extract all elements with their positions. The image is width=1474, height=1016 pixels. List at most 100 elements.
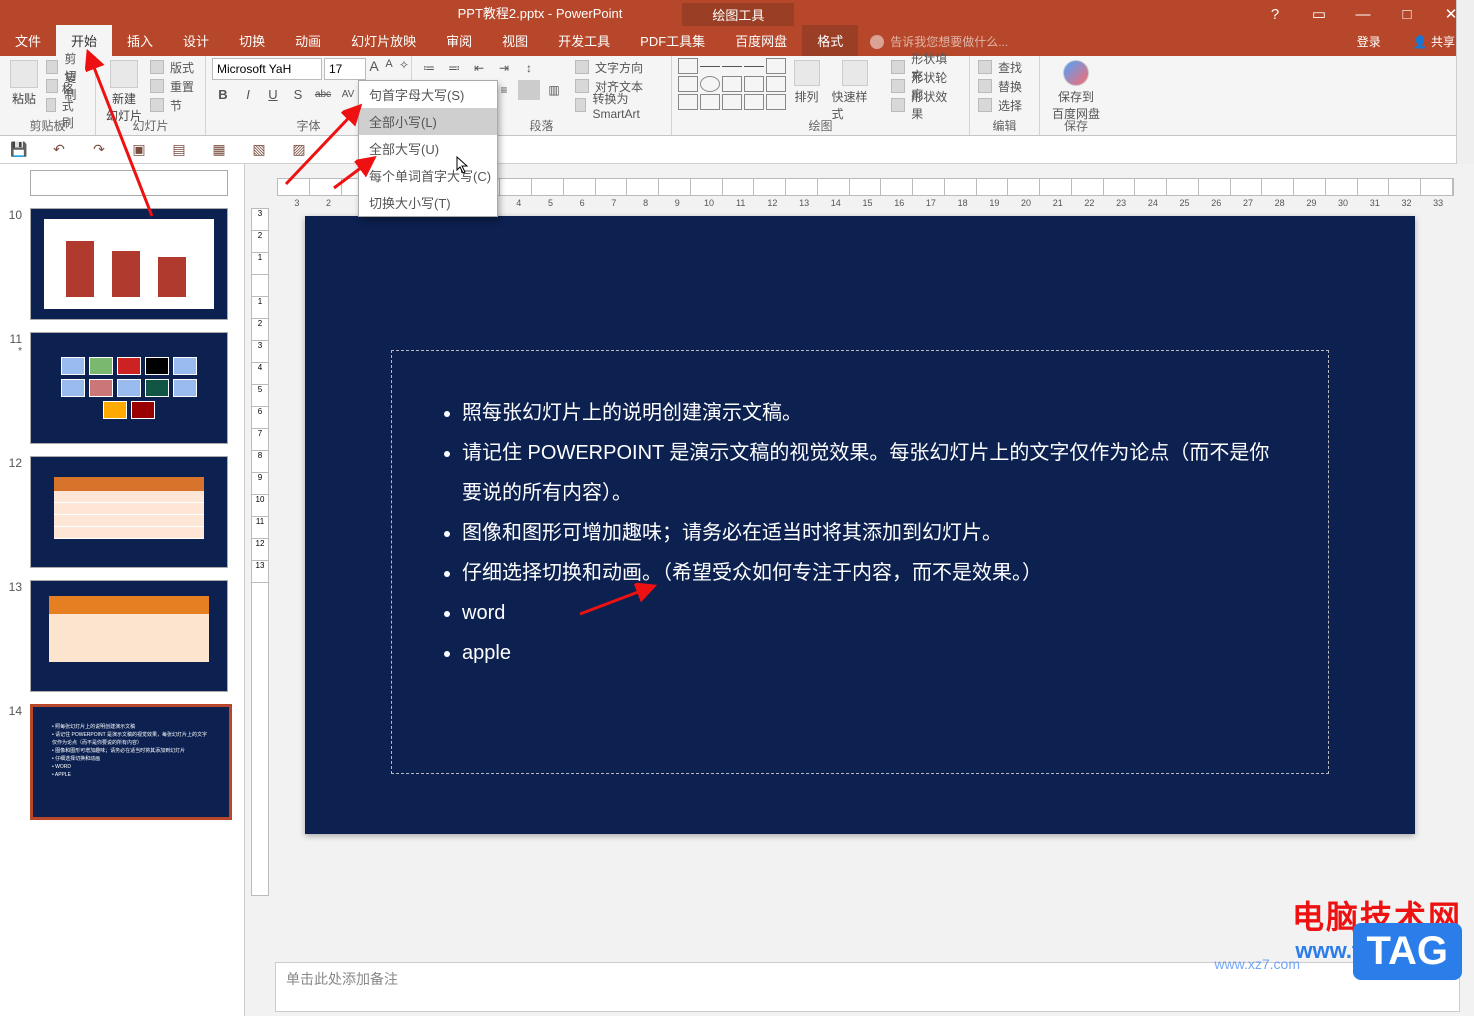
tab-pdf[interactable]: PDF工具集 [625,25,720,56]
select-button[interactable]: 选择 [976,96,1026,114]
new-slide-icon [110,60,138,88]
tab-format[interactable]: 格式 [802,25,858,56]
text-direction-button[interactable]: 文字方向 [573,58,665,76]
shape-effect-button[interactable]: 形状效果 [889,96,963,114]
slide-thumb-9-partial[interactable] [30,170,228,196]
doc-title: PPT教程2.pptx - PowerPoint [458,3,623,26]
maximize-icon[interactable]: □ [1390,0,1424,28]
grow-font-button[interactable]: A [366,58,382,80]
tab-design[interactable]: 设计 [168,25,224,56]
layout-icon [150,60,164,74]
italic-button[interactable]: I [237,84,259,104]
slide-thumb-12[interactable] [30,456,228,568]
bullet-5[interactable]: word [462,593,1282,633]
qat-save[interactable]: 💾 [10,141,28,159]
qat-redo[interactable]: ↷ [90,141,108,159]
slide-thumb-10[interactable] [30,208,228,320]
bullet-6[interactable]: apple [462,633,1282,673]
linesp-button[interactable]: ↕ [518,58,540,78]
section-icon [150,98,164,112]
reset-icon [150,79,164,93]
thumb-num-10: 10 [4,208,22,320]
replace-icon [978,79,992,93]
thumb-num-11: 11 [4,332,22,346]
select-icon [978,98,992,112]
case-lower[interactable]: 全部小写(L) [359,108,497,135]
smartart-button[interactable]: 转换为 SmartArt [573,96,665,114]
cursor-icon [456,156,470,174]
alignv-icon [575,79,589,93]
ribbon-tabs: 文件 开始 插入 设计 切换 动画 幻灯片放映 审阅 视图 开发工具 PDF工具… [0,28,1474,56]
case-toggle[interactable]: 切换大小写(T) [359,189,497,216]
replace-button[interactable]: 替换 [976,77,1026,95]
case-capword[interactable]: 每个单词首字大写(C) [359,162,497,189]
case-upper[interactable]: 全部大写(U) [359,135,497,162]
qat-touch[interactable]: ▤ [170,141,188,159]
thumb-num-12: 12 [4,456,22,568]
layout-button[interactable]: 版式 [148,58,198,76]
tab-baidudisk[interactable]: 百度网盘 [720,25,802,56]
tab-transitions[interactable]: 切换 [224,25,280,56]
smartart-icon [575,98,586,112]
tab-developer[interactable]: 开发工具 [543,25,625,56]
effect-icon [891,98,905,112]
tab-slideshow[interactable]: 幻灯片放映 [336,25,431,56]
underline-button[interactable]: U [262,84,284,104]
bullet-3[interactable]: 图像和图形可增加趣味；请务必在适当时将其添加到幻灯片。 [462,513,1282,553]
vertical-ruler[interactable]: 32112345678910111213 [251,208,269,896]
case-sentence[interactable]: 句首字母大写(S) [359,81,497,108]
qat-more[interactable]: ▦ [210,141,228,159]
char-spacing-button[interactable]: AV [337,84,359,104]
format-painter-button[interactable]: 格式刷 [44,96,89,114]
slide-thumb-13[interactable] [30,580,228,692]
bullet-4[interactable]: 仔细选择切换和动画。（希望受众如何专注于内容，而不是效果。） [462,553,1282,593]
help-icon[interactable]: ? [1258,0,1292,28]
numbering-button[interactable]: ≕ [443,58,465,78]
bullet-2[interactable]: 请记住 POWERPOINT 是演示文稿的视觉效果。每张幻灯片上的文字仅作为论点… [462,433,1282,513]
qat-extra2[interactable]: ▨ [290,141,308,159]
minimize-icon[interactable]: — [1346,0,1380,28]
quick-access-toolbar: 💾 ↶ ↷ ▣ ▤ ▦ ▧ ▨ [0,136,1474,164]
bold-button[interactable]: B [212,84,234,104]
font-name-input[interactable] [212,58,322,80]
strike-button[interactable]: abc [312,84,334,104]
group-label-editing: 编辑 [970,117,1039,134]
outdent-button[interactable]: ⇤ [468,58,490,78]
tab-view[interactable]: 视图 [487,25,543,56]
columns-button[interactable]: ▥ [543,80,565,100]
slide-panel[interactable]: 10 11* 12 13 [0,164,245,1016]
fill-icon [891,60,905,74]
qat-undo[interactable]: ↶ [50,141,68,159]
edit-area: 3211234567891011121314151617181920212223… [245,164,1474,1016]
watermark: 电脑技术网 www.tagxp.com TAG [1292,892,1462,964]
indent-button[interactable]: ⇥ [493,58,515,78]
shrink-font-button[interactable]: A [382,58,396,80]
slide-thumb-14-selected[interactable]: • 照每张幻灯片上的说明创建演示文稿 • 请记住 POWERPOINT 是演示文… [30,704,232,820]
login-button[interactable]: 登录 [1342,27,1396,56]
qat-extra1[interactable]: ▧ [250,141,268,159]
find-button[interactable]: 查找 [976,58,1026,76]
content-textbox[interactable]: 照每张幻灯片上的说明创建演示文稿。 请记住 POWERPOINT 是演示文稿的视… [391,350,1329,774]
tab-file[interactable]: 文件 [0,25,56,56]
section-button[interactable]: 节 [148,96,198,114]
slide-thumb-11[interactable] [30,332,228,444]
find-icon [978,60,992,74]
title-bar: PPT教程2.pptx - PowerPoint 绘图工具 ? ▭ — □ ✕ [0,0,1474,28]
watermark-xz: www.xz7.com [1214,956,1300,972]
tab-insert[interactable]: 插入 [112,25,168,56]
cloud-icon [1063,60,1089,86]
bullets-button[interactable]: ≔ [418,58,440,78]
font-size-input[interactable] [324,58,366,80]
shadow-button[interactable]: S [287,84,309,104]
separator [518,80,540,100]
reset-button[interactable]: 重置 [148,77,198,95]
restore-icon[interactable]: ▭ [1302,0,1336,28]
thumb-num-14: 14 [4,704,22,820]
tab-animations[interactable]: 动画 [280,25,336,56]
tab-review[interactable]: 审阅 [431,25,487,56]
bullet-1[interactable]: 照每张幻灯片上的说明创建演示文稿。 [462,393,1282,433]
quickstyle-icon [842,60,868,86]
clear-format-button[interactable]: ✧ [396,58,412,80]
qat-start[interactable]: ▣ [130,141,148,159]
current-slide[interactable]: 照每张幻灯片上的说明创建演示文稿。 请记住 POWERPOINT 是演示文稿的视… [305,216,1415,834]
